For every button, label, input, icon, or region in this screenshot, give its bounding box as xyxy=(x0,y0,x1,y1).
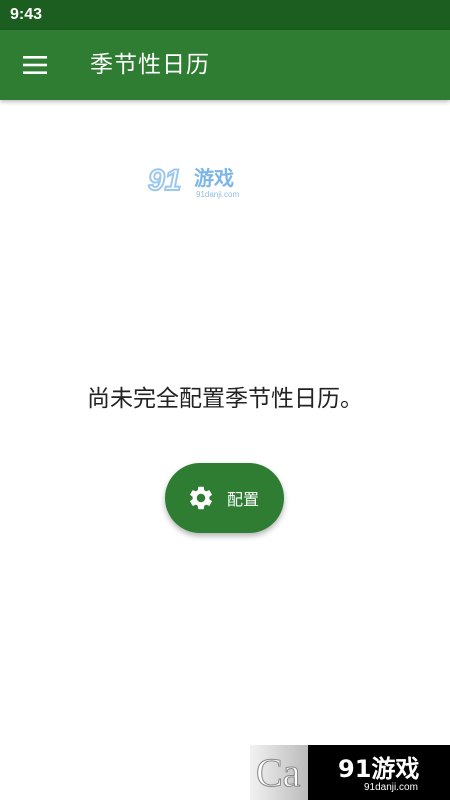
corner-watermark: Ca 91游戏 91danji.com xyxy=(250,745,450,800)
status-bar: 9:43 xyxy=(0,0,450,30)
corner-watermark-text: 91游戏 xyxy=(338,755,420,783)
watermark-url: 91danji.com xyxy=(196,190,240,199)
watermark-brand-number: 91 xyxy=(147,163,182,198)
watermark-logo: 91 游戏 91danji.com xyxy=(147,163,248,204)
corner-watermark-badge: 91游戏 91danji.com xyxy=(308,745,450,800)
app-bar: 季节性日历 xyxy=(0,30,450,100)
corner-watermark-url: 91danji.com xyxy=(364,782,418,793)
hamburger-menu-icon xyxy=(23,56,47,74)
configure-button-label: 配置 xyxy=(227,490,260,509)
app-title: 季节性日历 xyxy=(90,52,210,78)
watermark-brand-text: 游戏 xyxy=(194,166,234,190)
menu-button[interactable] xyxy=(14,44,56,86)
not-configured-message: 尚未完全配置季节性日历。 xyxy=(87,386,363,412)
corner-watermark-ghost: Ca xyxy=(250,745,308,800)
configure-button[interactable]: 配置 xyxy=(165,463,284,533)
gear-icon xyxy=(187,484,215,512)
status-time: 9:43 xyxy=(10,6,43,23)
corner-watermark-ghost-text: Ca xyxy=(255,750,301,796)
